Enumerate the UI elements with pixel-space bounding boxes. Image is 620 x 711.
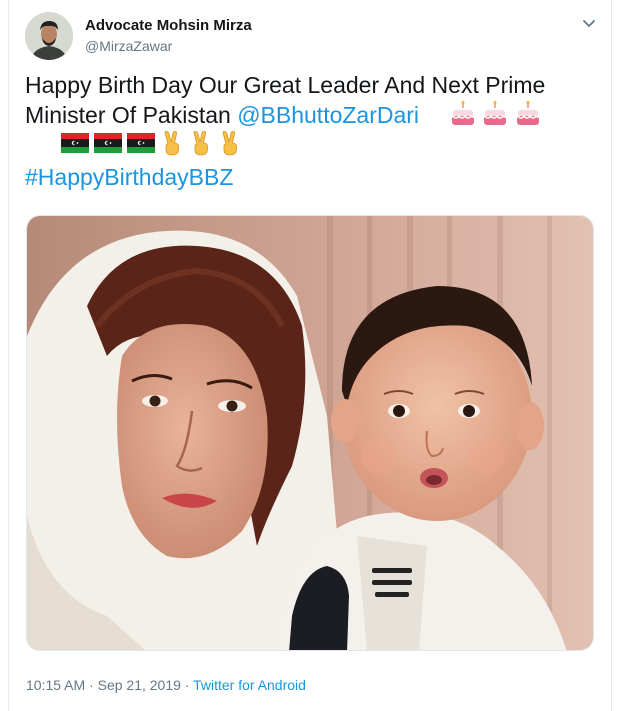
ppp-flag-icon xyxy=(127,132,155,158)
tweet-time[interactable]: 10:15 AM xyxy=(26,677,85,693)
hashtag-link[interactable]: #HappyBirthdayBBZ xyxy=(25,162,233,192)
tweet-date[interactable]: Sep 21, 2019 xyxy=(98,677,181,693)
author-display-name[interactable]: Advocate Mohsin Mirza xyxy=(85,17,252,34)
meta-separator: · xyxy=(184,677,190,693)
emoji-row xyxy=(61,130,242,160)
tweet-card[interactable]: Advocate Mohsin Mirza @MirzaZawar Happy … xyxy=(8,0,612,711)
victory-hand-icon xyxy=(189,130,213,161)
avatar[interactable] xyxy=(25,12,73,60)
tweet-meta: 10:15 AM · Sep 21, 2019 · Twitter for An… xyxy=(26,677,306,693)
meta-separator: · xyxy=(89,677,94,693)
mention-link[interactable]: @BBhuttoZarDari xyxy=(237,102,419,128)
author-handle[interactable]: @MirzaZawar xyxy=(85,38,172,54)
victory-hand-icon xyxy=(218,130,242,161)
ppp-flag-icon xyxy=(61,132,89,158)
chevron-down-icon[interactable] xyxy=(577,12,601,36)
victory-hand-icon xyxy=(160,130,184,161)
tweet-photo[interactable] xyxy=(26,215,594,651)
birthday-cake-icon xyxy=(450,100,476,134)
tweet-text: Happy Birth Day Our Great Leader And Nex… xyxy=(25,70,595,134)
ppp-flag-icon xyxy=(94,132,122,158)
birthday-cake-icon xyxy=(515,100,541,134)
birthday-cake-icon xyxy=(482,100,508,134)
tweet-source-link[interactable]: Twitter for Android xyxy=(193,677,306,693)
